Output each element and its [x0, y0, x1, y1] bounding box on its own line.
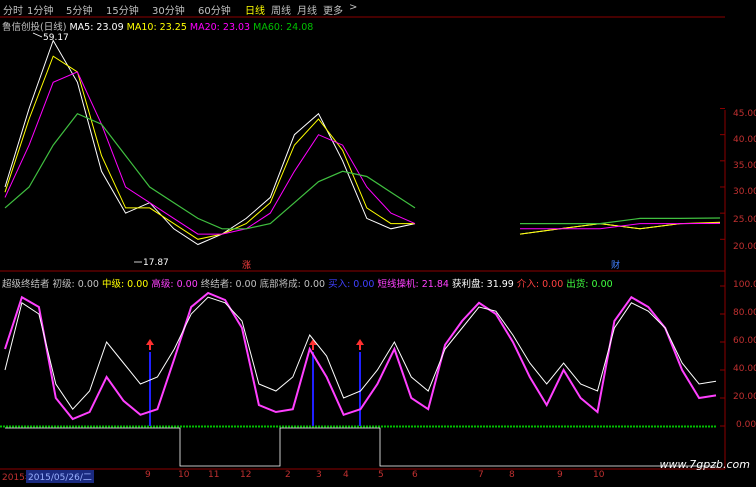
- x-axis-month-7: 5: [378, 470, 384, 480]
- price-axis-45: 45.00: [733, 109, 756, 119]
- high-price-label: 59.17: [43, 33, 69, 43]
- chart-canvas: 59.17 17.87 涨 财: [0, 16, 726, 470]
- x-axis-month-4: 2: [285, 470, 291, 480]
- date-cursor-box: 2015/05/26/二: [26, 470, 94, 483]
- ind-axis-80: 80.00: [733, 308, 756, 318]
- price-axis-30: 30.00: [733, 187, 756, 197]
- huoli-label: 获利盘: 31.99: [451, 279, 514, 290]
- chuji-label: 初级: 0.00: [52, 279, 99, 290]
- price-line-ma20: [4, 71, 416, 235]
- x-axis-month-0: 9: [145, 470, 151, 480]
- ind-axis-100: 100.00: [733, 280, 756, 290]
- high-pointer: [32, 32, 43, 38]
- price-line-ma60: [4, 112, 416, 230]
- ind-axis-20: 20.00: [733, 392, 756, 402]
- x-axis-month-10: 8: [509, 470, 515, 480]
- price-axis-35: 35.00: [733, 161, 756, 171]
- x-axis-month-11: 9: [557, 470, 563, 480]
- price-line-ma10: [4, 55, 415, 240]
- x-axis-month-8: 6: [412, 470, 418, 480]
- gaoji-label: 高级: 0.00: [151, 279, 198, 290]
- x-axis-month-2: 11: [208, 470, 220, 480]
- low-price-label: 17.87: [143, 258, 169, 268]
- zhang-marker: 涨: [242, 260, 251, 271]
- watermark: www.7gpzb.com: [659, 458, 751, 471]
- x-axis-month-5: 3: [316, 470, 322, 480]
- tianzi-label: 买入: 0.00: [328, 279, 375, 290]
- price-axis-40: 40.00: [733, 135, 756, 145]
- buy-spike-3-arrow-icon: [356, 339, 364, 345]
- indicator-legend: 超级终结者 初级: 0.00 中级: 0.00 高级: 0.00 终结者: 0.…: [2, 276, 613, 290]
- dibu-label: 底部将成: 0.00: [259, 279, 326, 290]
- price-line-ma20-late: [520, 222, 721, 230]
- x-axis-month-1: 10: [178, 470, 190, 480]
- ind-axis-40: 40.00: [733, 364, 756, 374]
- signal-step-line: [5, 427, 716, 467]
- price-line-ma5: [4, 39, 416, 246]
- duanxian-label: 短线操机: 21.84: [377, 279, 449, 290]
- zhongjiezhe-label: 终结者: 0.00: [200, 279, 257, 290]
- price-axis-20: 20.00: [733, 242, 756, 252]
- x-axis-month-9: 7: [478, 470, 484, 480]
- price-line-ma60-late: [520, 217, 721, 225]
- chuhuo-label: 出货: 0.00: [566, 279, 613, 290]
- price-axis-25: 25.00: [733, 215, 756, 225]
- x-axis-month-3: 12: [240, 470, 252, 480]
- x-axis-month-12: 10: [593, 470, 605, 480]
- indicator-name: 超级终结者: [2, 279, 50, 290]
- ind-axis-0: 0.00: [736, 420, 756, 430]
- buy-spike-1-arrow-icon: [146, 339, 154, 345]
- x-axis-month-6: 4: [343, 470, 349, 480]
- zhongji-label: 中级: 0.00: [101, 279, 149, 290]
- cai-marker: 财: [611, 259, 620, 271]
- jieru-label: 介入: 0.00: [516, 279, 564, 290]
- ind-axis-60: 60.00: [733, 336, 756, 346]
